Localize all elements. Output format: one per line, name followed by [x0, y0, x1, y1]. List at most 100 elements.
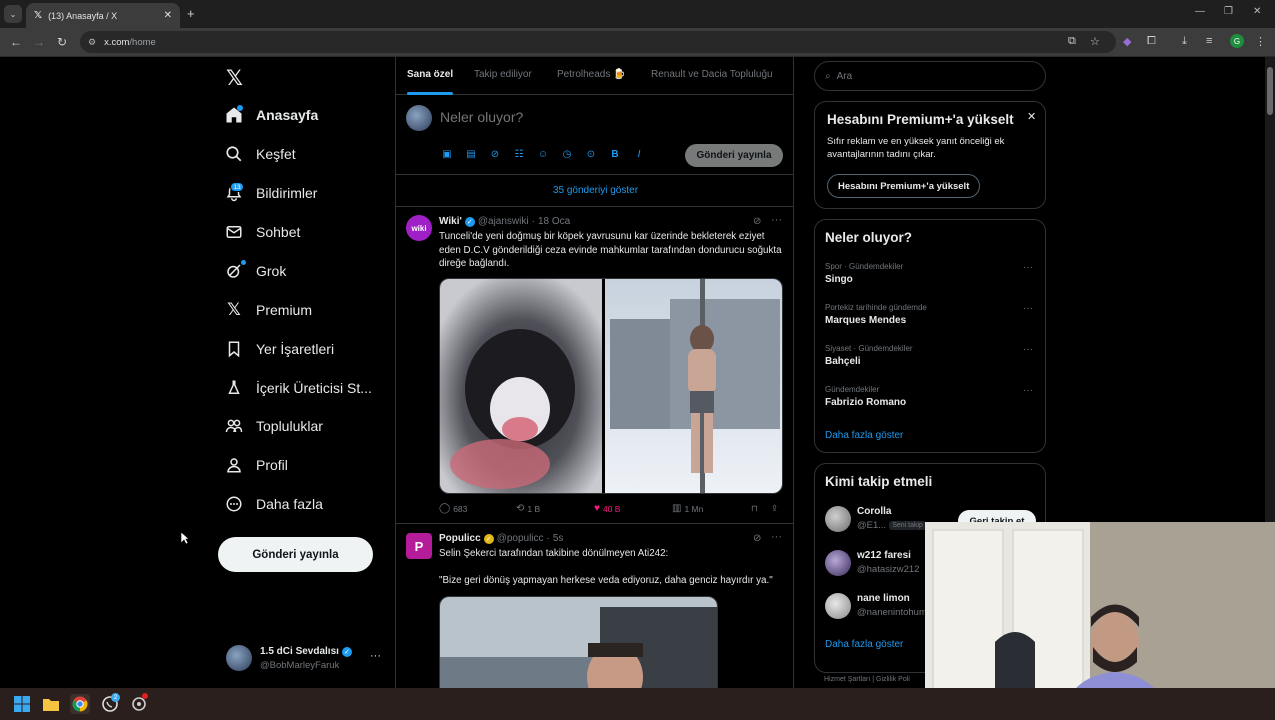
bookmark-star-icon[interactable]: ☆ [1090, 35, 1100, 48]
bookmark-post-icon[interactable]: ⊓ [751, 503, 758, 514]
gif-icon[interactable]: ▤ [464, 149, 478, 160]
site-info-icon[interactable]: ⚙ [88, 37, 96, 48]
trend-name[interactable]: Fabrizio Romano [825, 397, 906, 408]
chrome-taskbar-icon[interactable] [70, 694, 90, 714]
like-button[interactable]: ♥ 40 B [594, 503, 620, 514]
download-icon[interactable]: ⤓ [1182, 35, 1187, 48]
search-icon: ⌕ [825, 70, 831, 82]
chrome-menu-icon[interactable]: ⋮ [1255, 35, 1266, 48]
tab-following[interactable]: Takip ediliyor [474, 69, 532, 80]
share-icon[interactable]: ⇪ [771, 503, 778, 514]
grok-post-icon[interactable]: ⊘ [753, 216, 761, 227]
follow-avatar[interactable] [825, 506, 851, 532]
search-input[interactable]: ⌕ Ara [814, 61, 1046, 91]
install-app-icon[interactable]: ⧉ [1068, 35, 1076, 48]
schedule-icon[interactable]: ◷ [560, 149, 574, 160]
media-icon[interactable]: ▣ [440, 149, 454, 160]
trend-name[interactable]: Marques Mendes [825, 315, 906, 326]
account-name[interactable]: 1.5 dCi Sevdalısı ✓ [260, 646, 352, 657]
show-new-posts[interactable]: 35 gönderiyi göster [396, 174, 793, 207]
sidebar-item-explore[interactable]: Keşfet [224, 140, 296, 168]
sidebar-item-more[interactable]: Daha fazla [224, 490, 323, 518]
sidebar-item-bookmarks[interactable]: Yer İşaretleri [224, 335, 334, 363]
close-window-icon[interactable]: ✕ [1253, 6, 1261, 17]
italic-icon[interactable]: I [632, 149, 646, 160]
tab-petrolheads[interactable]: Petrolheads 🍺 [557, 69, 626, 80]
post-avatar[interactable]: wiki [406, 215, 432, 241]
forward-icon[interactable]: → [33, 35, 45, 49]
sidebar-item-label: Grok [256, 263, 287, 279]
post-more-icon[interactable]: ··· [771, 531, 782, 543]
close-icon[interactable]: ✕ [1027, 110, 1036, 123]
footer-links[interactable]: Hizmet Şartları | Gizlilik Poli [824, 676, 910, 683]
extensions-puzzle-icon[interactable]: ⧠ [1147, 35, 1156, 48]
account-avatar[interactable] [226, 645, 252, 671]
follow-avatar[interactable] [825, 550, 851, 576]
sidebar-item-premium[interactable]: 𝕏 Premium [224, 296, 312, 324]
compose-input[interactable] [440, 109, 740, 125]
post-more-icon[interactable]: ··· [771, 214, 782, 226]
post-media[interactable] [439, 596, 718, 688]
account-more-icon[interactable]: ··· [370, 650, 381, 662]
trends-show-more[interactable]: Daha fazla göster [825, 430, 903, 441]
follow-avatar[interactable] [825, 593, 851, 619]
follow-name[interactable]: Corolla [857, 506, 891, 517]
location-icon[interactable]: ⊙ [584, 149, 598, 160]
x-logo-icon[interactable]: 𝕏 [226, 66, 243, 91]
sidebar-item-communities[interactable]: Topluluklar [224, 412, 323, 440]
media-control-icon[interactable]: ≡ [1206, 35, 1212, 47]
sidebar-item-creator-studio[interactable]: İçerik Üreticisi St... [224, 374, 372, 402]
new-tab-button[interactable]: + [187, 6, 195, 21]
post-avatar[interactable]: P [406, 533, 432, 559]
post-media[interactable] [439, 278, 783, 494]
post-time[interactable]: 18 Oca [538, 216, 570, 227]
trend-more-icon[interactable]: ··· [1023, 303, 1033, 314]
browser-tab[interactable]: 𝕏 (13) Anasayfa / X ✕ [26, 3, 180, 28]
follow-show-more[interactable]: Daha fazla göster [825, 639, 903, 650]
scrollbar-thumb[interactable] [1267, 67, 1273, 115]
poll-icon[interactable]: ☷ [512, 149, 526, 160]
tab-search-button[interactable]: ⌄ [4, 5, 22, 23]
post-quote-text: "Bize geri dönüş yapmayan herkese veda e… [439, 575, 773, 586]
tab-renault-dacia[interactable]: Renault ve Dacia Topluluğu [651, 69, 773, 80]
sidebar-item-messages[interactable]: Sohbet [224, 218, 300, 246]
back-icon[interactable]: ← [10, 35, 22, 49]
post-handle[interactable]: @populicc [497, 533, 544, 544]
repost-button[interactable]: ⟲ 1 B [516, 503, 540, 514]
grok-compose-icon[interactable]: ⊘ [488, 149, 502, 160]
compose-post-button[interactable]: Gönderi yayınla [685, 144, 783, 167]
grok-post-icon[interactable]: ⊘ [753, 533, 761, 544]
follow-name[interactable]: nane limon [857, 593, 910, 604]
sidebar-item-label: İçerik Üreticisi St... [256, 380, 372, 396]
trend-more-icon[interactable]: ··· [1023, 344, 1033, 355]
emoji-icon[interactable]: ☺ [536, 149, 550, 160]
post-handle[interactable]: @ajanswiki [478, 216, 529, 227]
sidebar-item-profile[interactable]: Profil [224, 451, 288, 479]
post-author-name[interactable]: Populicc [439, 533, 481, 544]
restore-window-icon[interactable]: ❐ [1224, 6, 1233, 17]
address-bar[interactable]: ⚙ x.com/home [80, 31, 1116, 53]
file-explorer-icon[interactable] [41, 694, 61, 714]
premium-upgrade-button[interactable]: Hesabını Premium+'a yükselt [827, 174, 981, 198]
follow-name[interactable]: w212 faresi [857, 550, 911, 561]
reload-icon[interactable]: ↻ [57, 35, 67, 49]
reply-button[interactable]: ◯ 683 [439, 503, 467, 514]
profile-avatar[interactable]: G [1230, 34, 1244, 48]
search-icon [224, 144, 244, 164]
trend-name[interactable]: Singo [825, 274, 853, 285]
extension-icon[interactable]: ◆ [1123, 35, 1131, 48]
trend-more-icon[interactable]: ··· [1023, 262, 1033, 273]
views-button[interactable]: ▥ 1 Mn [672, 503, 703, 514]
notification-count-badge: 13 [230, 182, 244, 192]
post-time[interactable]: 5s [553, 533, 564, 544]
post-button[interactable]: Gönderi yayınla [218, 537, 373, 572]
minimize-window-icon[interactable]: — [1195, 6, 1205, 17]
trend-more-icon[interactable]: ··· [1023, 385, 1033, 396]
post-author-name[interactable]: Wiki' [439, 216, 462, 227]
trend-name[interactable]: Bahçeli [825, 356, 861, 367]
close-tab-icon[interactable]: ✕ [164, 10, 172, 21]
tab-for-you[interactable]: Sana özel [407, 69, 453, 80]
bold-icon[interactable]: B [608, 149, 622, 160]
windows-start-icon[interactable] [12, 694, 32, 714]
sidebar-item-grok[interactable]: Grok [224, 257, 286, 285]
